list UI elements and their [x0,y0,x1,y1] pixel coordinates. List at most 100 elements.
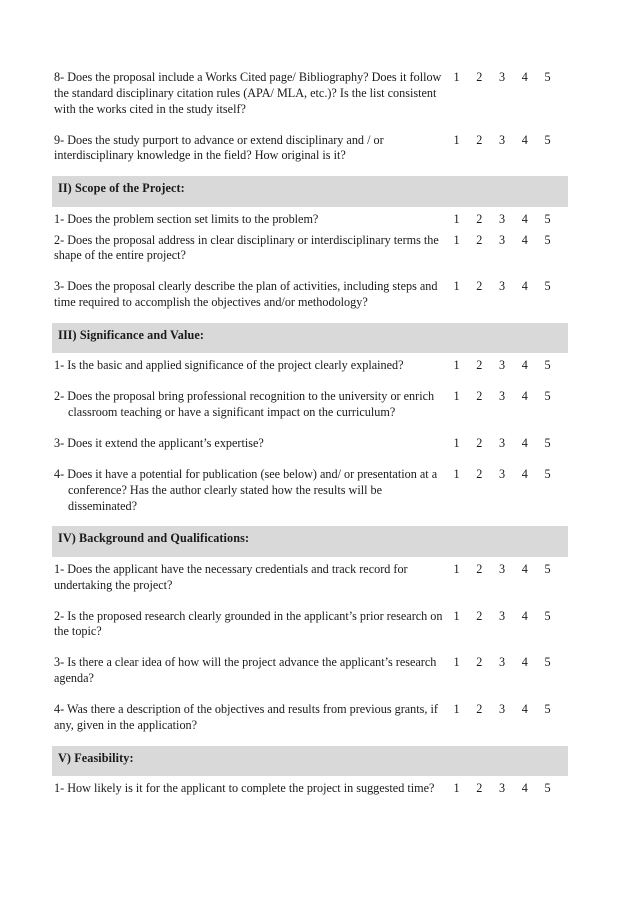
rating-option-3[interactable]: 3 [498,212,507,228]
question-row-iii-4: 4- Does it have a potential for publicat… [52,465,568,517]
rating-option-3[interactable]: 3 [498,389,507,405]
question-text-v-1: 1- How likely is it for the applicant to… [54,781,435,796]
rating-option-3[interactable]: 3 [498,436,507,452]
rating-option-4[interactable]: 4 [520,702,529,718]
rating-option-4[interactable]: 4 [520,655,529,671]
rating-option-2[interactable]: 2 [475,133,484,149]
rating-option-2[interactable]: 2 [475,389,484,405]
rating-option-4[interactable]: 4 [520,389,529,405]
rating-option-4[interactable]: 4 [520,467,529,483]
question-row-v-1: 1- How likely is it for the applicant to… [52,779,568,799]
rating-scale-iv-3: 12345 [444,655,568,671]
question-row-i-9: 9- Does the study purport to advance or … [52,131,568,167]
rating-option-3[interactable]: 3 [498,133,507,149]
rating-option-1[interactable]: 1 [452,655,461,671]
question-text-i-8: 8- Does the proposal include a Works Cit… [54,70,442,116]
rating-option-5[interactable]: 5 [543,467,552,483]
rating-option-5[interactable]: 5 [543,436,552,452]
rating-option-3[interactable]: 3 [498,358,507,374]
rating-option-4[interactable]: 4 [520,436,529,452]
rating-option-1[interactable]: 1 [452,70,461,86]
question-row-i-8: 8- Does the proposal include a Works Cit… [52,68,568,120]
rating-scale-iii-1: 12345 [444,358,568,374]
rating-option-1[interactable]: 1 [452,233,461,249]
question-row-ii-2: 2- Does the proposal address in clear di… [52,231,568,267]
rating-scale-i-9: 12345 [444,133,568,149]
rating-option-3[interactable]: 3 [498,562,507,578]
rating-option-5[interactable]: 5 [543,702,552,718]
rating-option-1[interactable]: 1 [452,702,461,718]
rating-option-3[interactable]: 3 [498,702,507,718]
question-row-iv-4: 4- Was there a description of the object… [52,700,568,736]
rating-option-1[interactable]: 1 [452,212,461,228]
rating-option-5[interactable]: 5 [543,781,552,797]
rating-scale-iv-2: 12345 [444,609,568,625]
document-page: 8- Does the proposal include a Works Cit… [0,0,636,900]
rating-option-2[interactable]: 2 [475,702,484,718]
section-header-sec-ii: II) Scope of the Project: [52,176,568,207]
rating-option-4[interactable]: 4 [520,562,529,578]
rating-option-1[interactable]: 1 [452,562,461,578]
rating-option-4[interactable]: 4 [520,70,529,86]
rating-option-5[interactable]: 5 [543,562,552,578]
rating-option-1[interactable]: 1 [452,467,461,483]
rating-option-1[interactable]: 1 [452,358,461,374]
rating-option-4[interactable]: 4 [520,358,529,374]
rating-option-3[interactable]: 3 [498,70,507,86]
rating-option-4[interactable]: 4 [520,133,529,149]
rating-option-4[interactable]: 4 [520,279,529,295]
rating-option-5[interactable]: 5 [543,358,552,374]
rating-option-1[interactable]: 1 [452,133,461,149]
rating-option-3[interactable]: 3 [498,233,507,249]
rating-option-5[interactable]: 5 [543,212,552,228]
rating-option-2[interactable]: 2 [475,279,484,295]
rating-option-2[interactable]: 2 [475,609,484,625]
rating-option-5[interactable]: 5 [543,609,552,625]
rating-option-3[interactable]: 3 [498,279,507,295]
rating-option-2[interactable]: 2 [475,467,484,483]
rating-option-2[interactable]: 2 [475,562,484,578]
rating-option-1[interactable]: 1 [452,781,461,797]
rating-option-5[interactable]: 5 [543,233,552,249]
rating-option-2[interactable]: 2 [475,436,484,452]
rating-option-3[interactable]: 3 [498,655,507,671]
rating-scale-iii-4: 12345 [444,467,568,483]
rating-option-4[interactable]: 4 [520,609,529,625]
question-text-ii-3: 3- Does the proposal clearly describe th… [54,279,438,310]
rating-option-1[interactable]: 1 [452,389,461,405]
rating-scale-iv-1: 12345 [444,562,568,578]
rating-option-4[interactable]: 4 [520,781,529,797]
rating-scale-iii-2: 12345 [444,389,568,405]
rating-option-2[interactable]: 2 [475,781,484,797]
rating-option-3[interactable]: 3 [498,467,507,483]
rating-scale-ii-2: 12345 [444,233,568,249]
rating-option-4[interactable]: 4 [520,233,529,249]
rating-scale-ii-1: 12345 [444,212,568,228]
question-text-iv-4: 4- Was there a description of the object… [54,701,438,732]
rating-option-2[interactable]: 2 [475,212,484,228]
rating-option-3[interactable]: 3 [498,609,507,625]
rating-option-4[interactable]: 4 [520,212,529,228]
rating-scale-ii-3: 12345 [444,279,568,295]
question-row-ii-1: 1- Does the problem section set limits t… [52,210,568,230]
rating-option-2[interactable]: 2 [475,358,484,374]
rating-option-1[interactable]: 1 [452,609,461,625]
rating-option-5[interactable]: 5 [543,133,552,149]
rating-option-1[interactable]: 1 [452,436,461,452]
question-row-iii-2: 2- Does the proposal bring professional … [52,387,568,423]
rating-option-5[interactable]: 5 [543,655,552,671]
rating-scale-v-1: 12345 [444,781,568,797]
question-text-iv-3: 3- Is there a clear idea of how will the… [54,655,437,686]
rating-option-5[interactable]: 5 [543,279,552,295]
rating-option-2[interactable]: 2 [475,70,484,86]
rating-option-1[interactable]: 1 [452,279,461,295]
rating-option-3[interactable]: 3 [498,781,507,797]
evaluation-rubric-table: 8- Does the proposal include a Works Cit… [52,68,568,805]
rating-option-5[interactable]: 5 [543,70,552,86]
question-row-iii-1: 1- Is the basic and applied significance… [52,356,568,376]
question-text-i-9: 9- Does the study purport to advance or … [54,132,384,163]
rating-option-5[interactable]: 5 [543,389,552,405]
question-text-ii-2: 2- Does the proposal address in clear di… [54,232,439,263]
rating-option-2[interactable]: 2 [475,233,484,249]
rating-option-2[interactable]: 2 [475,655,484,671]
